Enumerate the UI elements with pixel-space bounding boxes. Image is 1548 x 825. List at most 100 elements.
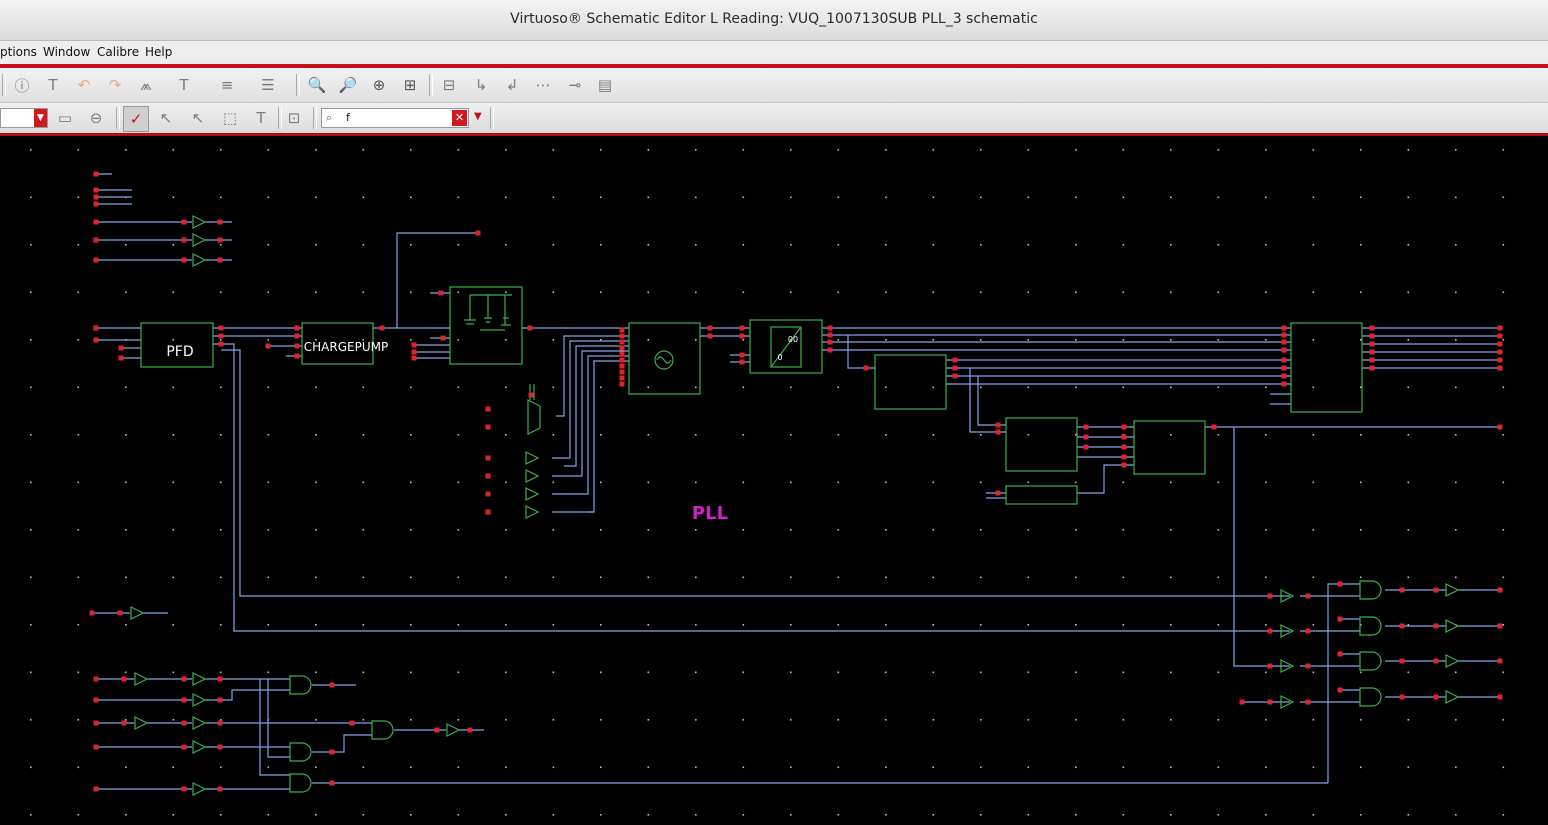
grid-dot [1217, 244, 1220, 246]
descend-icon[interactable]: ↳ [469, 73, 493, 97]
pin-markers [89, 171, 1503, 792]
zoom-out-icon[interactable]: 🔎 [336, 73, 360, 97]
grid-dot [1170, 671, 1172, 674]
grid-dot [837, 814, 840, 816]
buffer-symbol [525, 469, 540, 483]
grid-dot [600, 624, 602, 626]
grid-dot [1122, 149, 1125, 151]
grid-dot [837, 244, 840, 246]
pin-icon[interactable]: ⊸ [563, 73, 587, 97]
grid-dot [172, 529, 175, 531]
bus-icon[interactable]: ⋯ [531, 73, 555, 97]
grid-dot [220, 766, 222, 769]
grid-dot [457, 291, 460, 294]
grid-dot [1217, 529, 1220, 531]
select-pointer-icon[interactable]: ↖ [186, 106, 210, 130]
grid-dot [1122, 719, 1125, 721]
ascend-icon[interactable]: ↲ [500, 73, 524, 97]
grid-dot [1312, 291, 1315, 294]
stretch-icon[interactable]: ⩕ [134, 73, 158, 97]
grid-dot [315, 196, 317, 199]
pin-marker [181, 257, 187, 263]
grid-dot [837, 339, 840, 341]
loop-filter-block[interactable] [449, 286, 523, 365]
pin-marker [1121, 434, 1127, 440]
undo-icon[interactable]: ↶ [72, 73, 96, 97]
grid-dot [695, 576, 697, 579]
edit-properties-icon[interactable]: T [41, 73, 65, 97]
select-text-icon[interactable]: T [249, 106, 273, 130]
pin-marker [485, 424, 491, 430]
pin-marker [1267, 628, 1273, 634]
pin-marker [181, 676, 187, 682]
menu-calibre[interactable]: Calibre [97, 45, 139, 59]
grid-dot [1027, 529, 1030, 531]
menu-help[interactable]: Help [145, 45, 172, 59]
grid-dot [172, 719, 175, 721]
grid-dot [457, 576, 460, 579]
view-combo[interactable]: ▼ [0, 108, 48, 128]
block-b[interactable] [1005, 417, 1078, 472]
pin-marker [93, 786, 99, 792]
grid-dot [30, 576, 32, 579]
grid-dot [457, 719, 460, 721]
save-view-icon[interactable]: ▭ [53, 106, 77, 130]
grid-dot [647, 291, 650, 294]
pin-marker [1281, 381, 1287, 387]
netlist-icon[interactable]: ▤ [593, 73, 617, 97]
buffer-symbol [134, 672, 149, 686]
clear-search-icon[interactable]: ✕ [452, 110, 467, 126]
grid-dot [600, 339, 602, 341]
buffer-symbol [1445, 690, 1460, 704]
grid-dot [410, 719, 412, 721]
distribute-icon[interactable]: ☰ [256, 73, 280, 97]
select-all-icon[interactable]: ✓ [123, 106, 149, 132]
grid-dot [362, 814, 365, 816]
pin-marker [217, 219, 223, 225]
buffer-symbol [192, 716, 207, 730]
pin-marker [1281, 357, 1287, 363]
vco-block[interactable] [628, 322, 701, 395]
menu-options[interactable]: ptions [0, 45, 37, 59]
grid-dot [1312, 481, 1315, 484]
search-input[interactable]: ⌕ f ✕ [321, 108, 469, 128]
select-area-icon[interactable]: ⬚ [218, 106, 242, 130]
grid-dot [362, 719, 365, 721]
and-gate [1359, 687, 1382, 707]
pin-marker [1083, 444, 1089, 450]
buffer-symbol [192, 740, 207, 754]
align-icon[interactable]: ≡ [215, 73, 239, 97]
schematic-drawing[interactable]: PFD CHARGEPUMP 00 0 PLL [0, 136, 1548, 821]
hierarchy-icon[interactable]: ⊟ [437, 73, 461, 97]
block-c[interactable] [1133, 420, 1206, 475]
mux-symbol[interactable] [527, 399, 541, 435]
zoom-area-icon[interactable]: ⊕ [367, 73, 391, 97]
grid-dot [410, 434, 412, 436]
properties-icon[interactable]: ⊡ [282, 106, 306, 130]
redo-icon[interactable]: ↷ [103, 73, 127, 97]
grid-dot [647, 624, 650, 626]
toolbar-separator [429, 74, 433, 96]
grid-dot [1217, 386, 1220, 389]
text-icon[interactable]: T [172, 73, 196, 97]
schematic-canvas[interactable]: PFD CHARGEPUMP 00 0 PLL [0, 136, 1548, 821]
grid-dot [1455, 576, 1457, 579]
pin-marker [1305, 699, 1311, 705]
grid-dot [600, 529, 602, 531]
discard-view-icon[interactable]: ⊖ [84, 106, 108, 130]
menu-window[interactable]: Window [43, 45, 90, 59]
grid-dot [125, 386, 127, 389]
select-instance-icon[interactable]: ↖ [154, 106, 178, 130]
output-block[interactable] [1290, 322, 1363, 413]
fit-icon[interactable]: ⊞ [398, 73, 422, 97]
info-icon[interactable]: ⓘ [10, 73, 34, 97]
search-options-icon[interactable]: ▼ [474, 111, 482, 122]
grid-dot [1455, 814, 1457, 816]
zoom-in-icon[interactable]: 🔍 [305, 73, 329, 97]
block-d[interactable] [1005, 485, 1078, 505]
grid-dot [932, 244, 935, 246]
chevron-down-icon[interactable]: ▼ [34, 109, 47, 127]
grid-dot [980, 671, 982, 674]
grid-dot [1455, 386, 1457, 389]
block-a[interactable] [874, 354, 947, 410]
